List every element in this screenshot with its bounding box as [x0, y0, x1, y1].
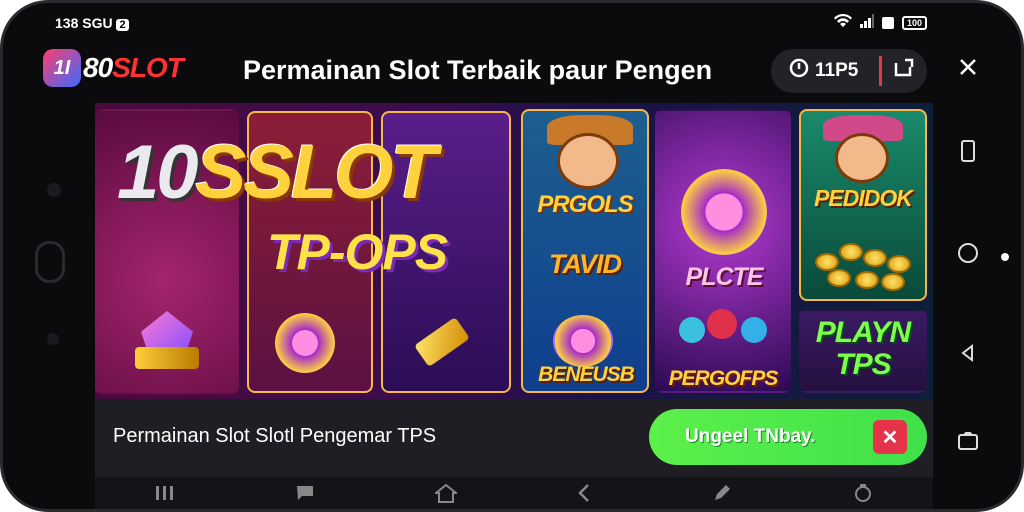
signal-icon: [859, 14, 874, 31]
casino-chip-icon: [553, 315, 613, 367]
coin-icon: [839, 243, 863, 261]
recent-apps-icon[interactable]: [155, 484, 175, 508]
banner-headline: 10SSLOT: [117, 130, 437, 215]
cta-close-button[interactable]: ✕: [873, 420, 907, 454]
front-camera: [47, 183, 61, 197]
battery-icon: 100: [901, 15, 927, 30]
home-icon[interactable]: [432, 483, 459, 509]
wifi-icon: [833, 13, 852, 31]
page-title: Permainan Slot Terbaik paur Pengen: [243, 55, 713, 85]
promo-banner[interactable]: 10SSLOT TP-OPS PRGOLS TAVID BENEUSB PLCT…: [95, 103, 933, 399]
banner-subtitle: TP-OPS: [267, 224, 448, 280]
app-header: 1I 80SLOT Permainan Slot Terbaik paur Pe…: [43, 47, 933, 99]
home-button[interactable]: [951, 239, 985, 273]
cta-button[interactable]: Ungeel TNbay. ✕: [649, 409, 927, 465]
banner-footer: Permainan Slot Slotl Pengemar TPS Ungeel…: [95, 399, 933, 477]
status-time: 138 SGU 2: [55, 15, 129, 31]
logo-badge: 1I: [43, 49, 81, 87]
counter-value: 11P5: [815, 60, 859, 81]
header-actions: 11P5: [771, 49, 927, 93]
screenshot-button[interactable]: [951, 427, 985, 461]
brand-logo[interactable]: 1I 80SLOT: [43, 49, 184, 87]
game-label-pergofps: PERGOFPS: [668, 367, 779, 390]
back-button[interactable]: [951, 339, 985, 373]
triangle-icon: [958, 343, 978, 369]
ball-icon: [741, 317, 767, 343]
game-label-pedidok: PEDIDOK: [814, 185, 913, 211]
square-icon: [881, 16, 894, 29]
wheel-icon: [275, 313, 335, 373]
phone-frame: 138 SGU 2 100 1I 80SLOT Permainan Slot T…: [0, 0, 1024, 512]
bonus-coin-icon: [681, 169, 767, 255]
screenshot-icon: [957, 431, 979, 457]
indicator-dot: [1001, 253, 1009, 261]
pirate-face-icon: [835, 133, 889, 183]
coin-icon: [855, 271, 879, 289]
logo-text: 80SLOT: [83, 52, 184, 83]
coin-icon: [827, 269, 851, 287]
timer-icon: [789, 58, 809, 84]
phone-rotate-icon: [960, 139, 976, 169]
rotate-button[interactable]: [951, 137, 985, 171]
share-icon: [893, 58, 915, 84]
coin-icon: [881, 273, 905, 291]
side-home-indicator: [35, 241, 65, 283]
pen-icon[interactable]: [712, 483, 732, 509]
game-label-prgols: PRGOLS: [537, 191, 633, 218]
game-label-tavid: TAVID: [549, 249, 622, 279]
rotate-icon[interactable]: [853, 483, 873, 509]
treasure-base: [135, 347, 199, 369]
status-bar: 138 SGU 2 100: [3, 3, 1021, 43]
notification-badge: 2: [116, 19, 129, 31]
close-icon: ✕: [881, 426, 899, 449]
coin-icon: [887, 255, 911, 273]
close-button[interactable]: [951, 53, 985, 87]
game-label-playn: PLAYN TPS: [815, 316, 911, 381]
cowboy-face-icon: [557, 133, 619, 189]
circle-icon: [957, 242, 979, 270]
timer-button[interactable]: 11P5: [771, 49, 879, 93]
coin-icon: [863, 249, 887, 267]
back-icon[interactable]: [577, 483, 591, 509]
ball-icon: [707, 309, 737, 339]
share-button[interactable]: [882, 49, 926, 93]
cta-label: Ungeel TNbay.: [685, 426, 816, 447]
speaker-dot: [47, 333, 59, 345]
chat-icon[interactable]: [296, 484, 314, 508]
side-rail: [943, 47, 993, 487]
bottom-navbar: [95, 477, 933, 509]
close-icon: [957, 56, 979, 84]
footer-description: Permainan Slot Slotl Pengemar TPS: [113, 425, 437, 447]
game-label-beneusb: BENEUSB: [538, 363, 635, 386]
ball-icon: [679, 317, 705, 343]
game-label-plcte: PLCTE: [685, 263, 764, 291]
